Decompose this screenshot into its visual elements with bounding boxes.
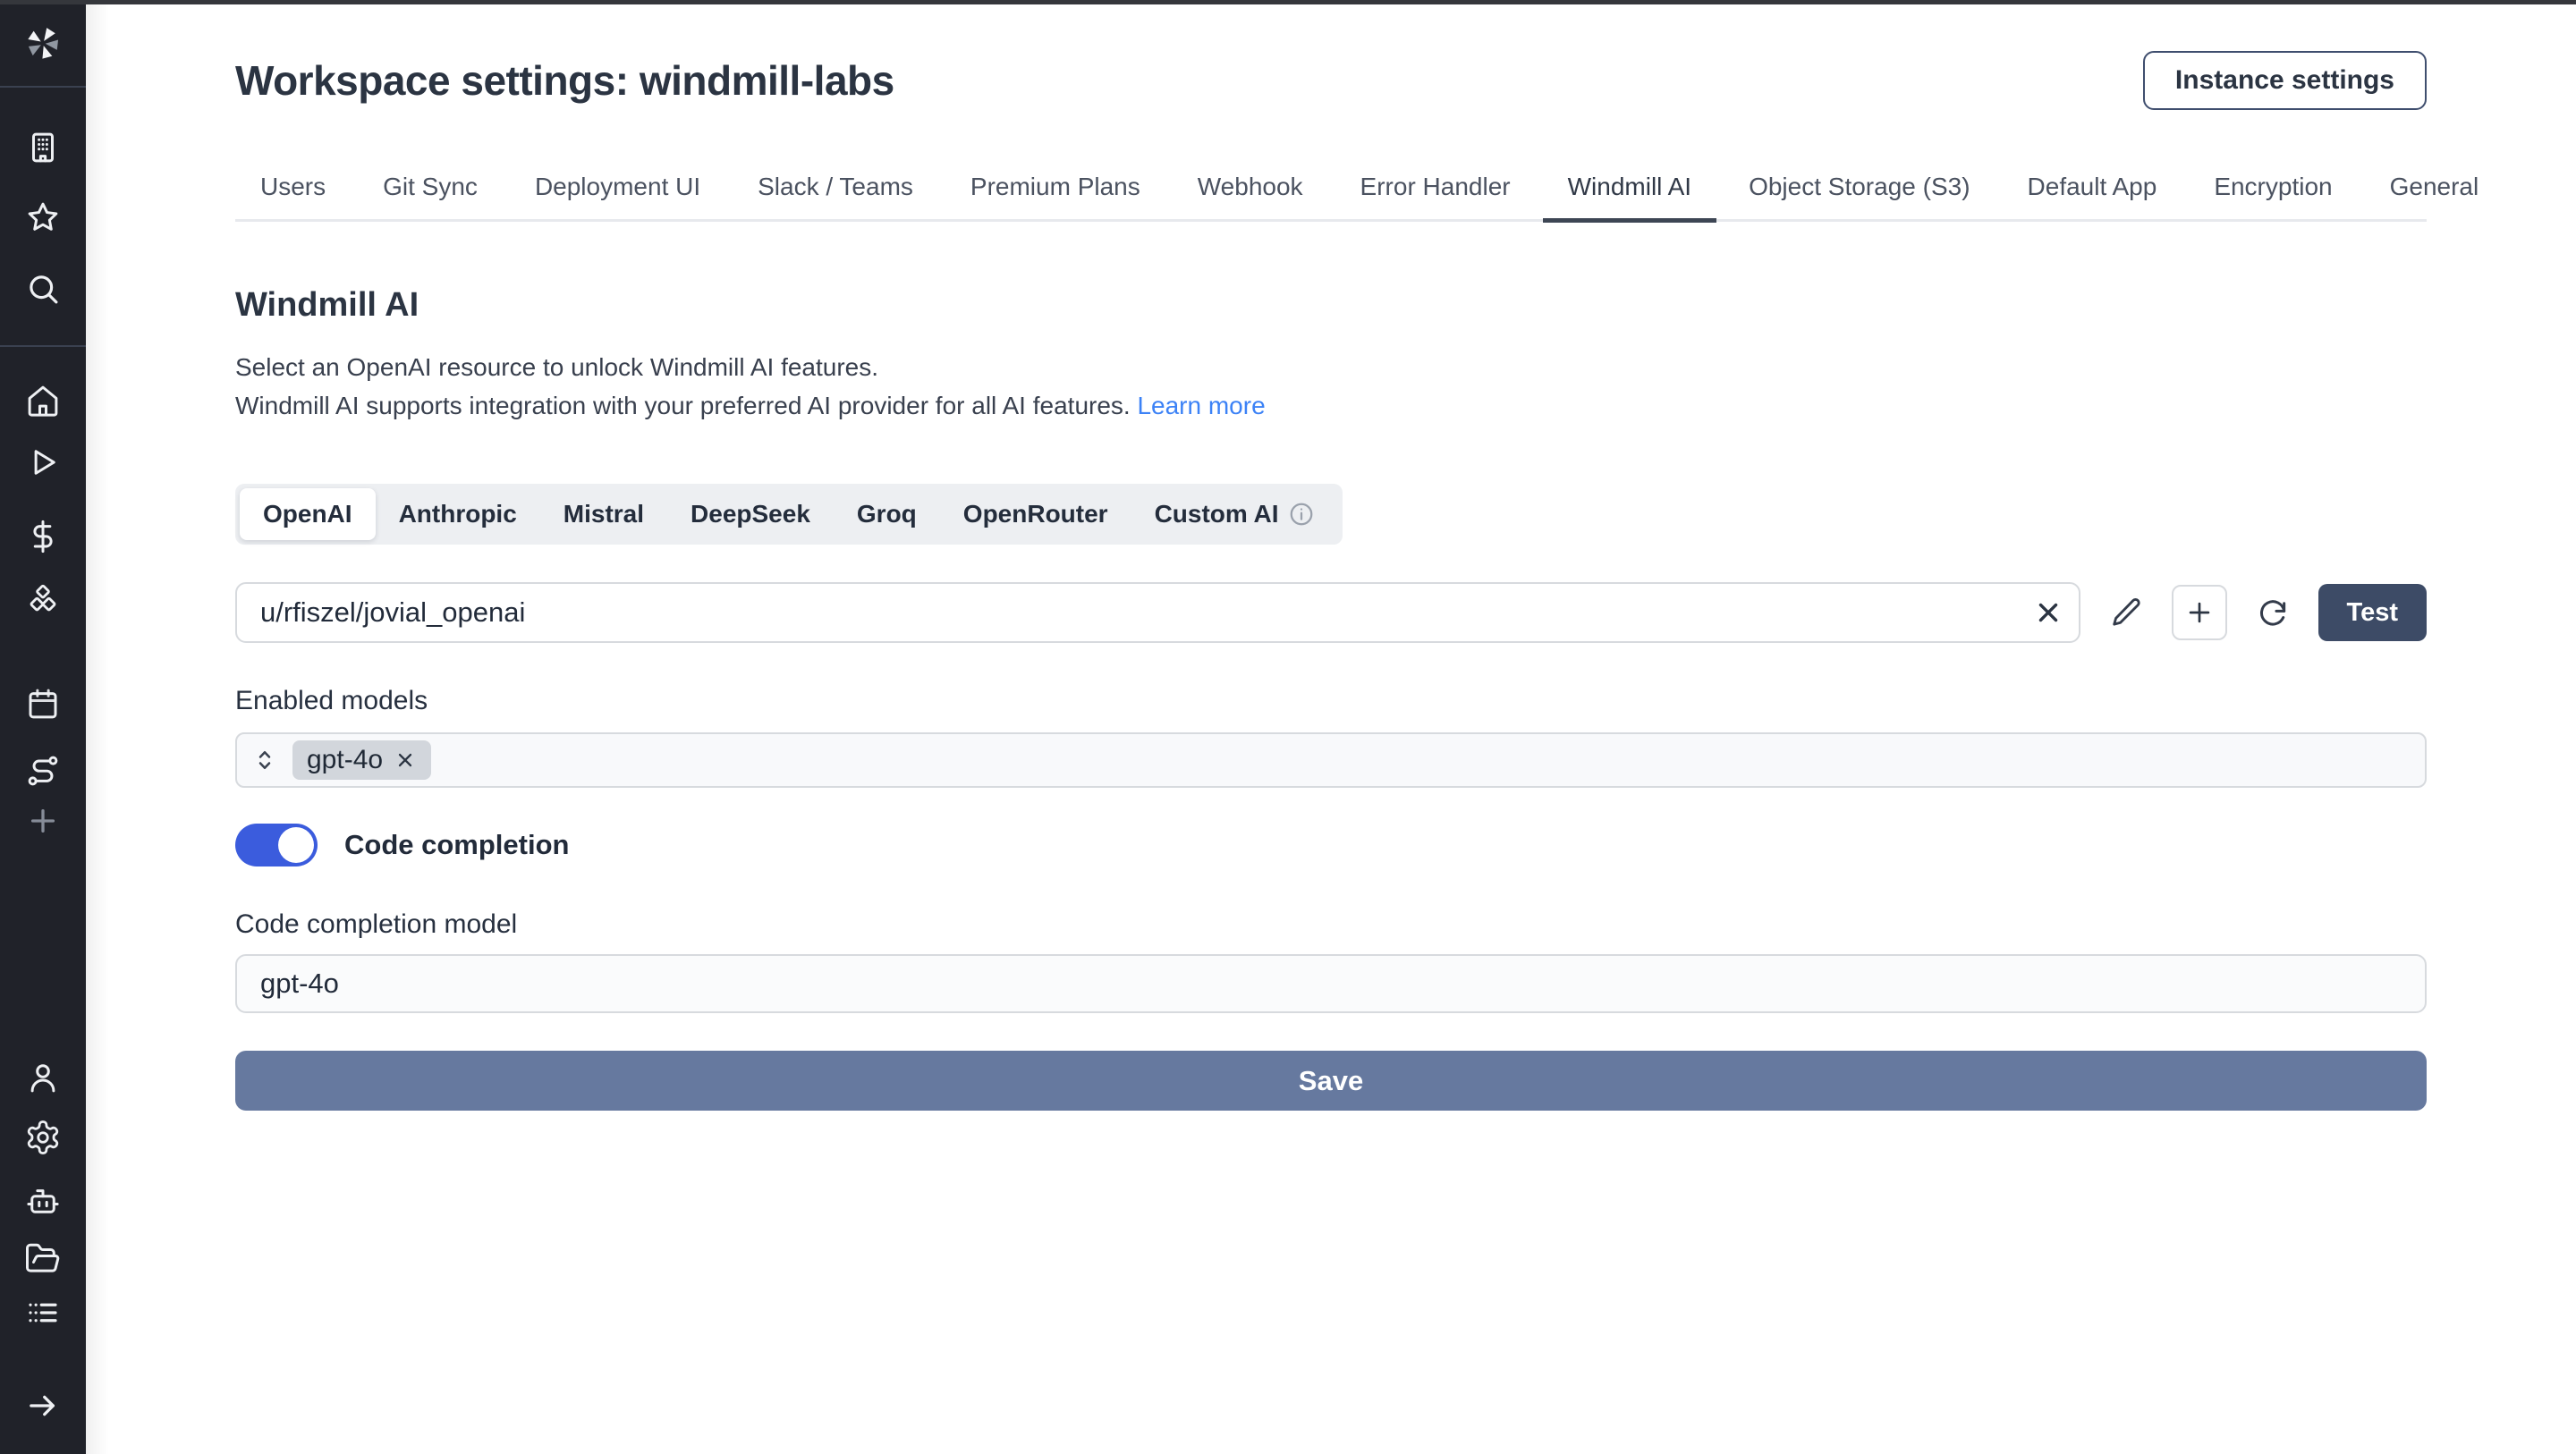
resource-field-wrapper [235, 582, 2080, 643]
toggle-knob [278, 827, 314, 863]
refresh-icon [2256, 596, 2290, 630]
calendar-icon [24, 685, 62, 723]
star-icon [24, 199, 62, 236]
description-line-1: Select an OpenAI resource to unlock Wind… [235, 353, 878, 381]
sidebar-item-user[interactable] [24, 1059, 62, 1096]
sidebar-item-flows[interactable] [24, 752, 62, 790]
code-completion-toggle[interactable] [235, 824, 318, 866]
sidebar-item-workers[interactable] [24, 1182, 62, 1220]
sidebar-item-runs[interactable] [24, 444, 62, 481]
windmill-logo-icon[interactable] [22, 22, 64, 63]
instance-settings-button[interactable]: Instance settings [2143, 51, 2427, 110]
tab-users[interactable]: Users [235, 158, 351, 223]
logs-icon [24, 1294, 62, 1331]
code-completion-model-label: Code completion model [235, 909, 2427, 940]
clear-resource-button[interactable] [2030, 595, 2066, 630]
edit-resource-button[interactable] [2106, 592, 2147, 633]
user-icon [24, 1059, 62, 1096]
test-button[interactable]: Test [2318, 584, 2427, 641]
tab-error-handler[interactable]: Error Handler [1335, 158, 1536, 223]
provider-openai[interactable]: OpenAI [240, 488, 376, 540]
route-icon [24, 752, 62, 790]
close-icon [2033, 597, 2063, 628]
add-resource-button[interactable] [2172, 585, 2227, 640]
provider-custom-ai[interactable]: Custom AI [1131, 488, 1338, 540]
provider-custom-ai-label: Custom AI [1155, 500, 1279, 528]
tab-git-sync[interactable]: Git Sync [358, 158, 503, 223]
home-icon [24, 382, 62, 419]
enabled-models-field[interactable]: gpt-4o [235, 732, 2427, 788]
tab-deployment-ui[interactable]: Deployment UI [510, 158, 725, 223]
section-heading: Windmill AI [235, 286, 2427, 325]
sidebar-item-variables[interactable] [24, 518, 62, 555]
sidebar-divider [0, 345, 86, 347]
tab-object-storage[interactable]: Object Storage (S3) [1724, 158, 1995, 223]
robot-icon [24, 1182, 62, 1220]
page-title: Workspace settings: windmill-labs [235, 51, 894, 105]
sidebar-item-folders[interactable] [24, 1240, 62, 1278]
provider-mistral[interactable]: Mistral [540, 488, 667, 540]
learn-more-link[interactable]: Learn more [1137, 392, 1265, 419]
enabled-models-label: Enabled models [235, 686, 2427, 716]
sidebar-item-add[interactable] [24, 802, 62, 840]
tab-default-app[interactable]: Default App [2003, 158, 2182, 223]
description-line-2: Windmill AI supports integration with yo… [235, 392, 1131, 419]
provider-deepseek[interactable]: DeepSeek [667, 488, 834, 540]
dollar-icon [24, 518, 62, 555]
folder-open-icon [24, 1240, 62, 1278]
sidebar-divider [0, 86, 86, 88]
sidebar-item-audit-logs[interactable] [24, 1294, 62, 1331]
boxes-icon [24, 580, 62, 618]
settings-tabs: Users Git Sync Deployment UI Slack / Tea… [235, 158, 2427, 222]
provider-tab-group: OpenAI Anthropic Mistral DeepSeek Groq O… [235, 484, 1343, 545]
sidebar-item-schedules[interactable] [24, 685, 62, 723]
top-window-strip [0, 0, 2576, 4]
building-icon [24, 129, 62, 166]
sidebar-item-favorites[interactable] [24, 199, 62, 236]
sidebar-item-workspace[interactable] [24, 129, 62, 166]
tab-general[interactable]: General [2365, 158, 2504, 223]
provider-groq[interactable]: Groq [834, 488, 940, 540]
tab-encryption[interactable]: Encryption [2189, 158, 2357, 223]
code-completion-label: Code completion [344, 829, 569, 861]
sidebar-collapse[interactable] [24, 1387, 62, 1424]
plus-icon [2184, 597, 2215, 628]
arrow-right-icon [24, 1387, 62, 1424]
sidebar-item-search[interactable] [24, 270, 62, 308]
chevrons-up-down-icon[interactable] [251, 747, 278, 773]
main-area: Workspace settings: windmill-labs Instan… [86, 4, 2576, 1454]
plus-icon [24, 802, 62, 840]
provider-openrouter[interactable]: OpenRouter [940, 488, 1131, 540]
save-button[interactable]: Save [235, 1051, 2427, 1111]
sidebar-item-resources[interactable] [24, 580, 62, 618]
tab-premium-plans[interactable]: Premium Plans [945, 158, 1165, 223]
info-icon [1288, 501, 1315, 528]
gear-icon [24, 1119, 62, 1156]
model-tag: gpt-4o [292, 740, 431, 780]
pencil-icon [2109, 596, 2143, 630]
sidebar-item-home[interactable] [24, 382, 62, 419]
search-icon [24, 270, 62, 308]
openai-resource-input[interactable] [235, 582, 2080, 643]
sidebar-item-settings[interactable] [24, 1119, 62, 1156]
provider-anthropic[interactable]: Anthropic [376, 488, 540, 540]
tab-slack-teams[interactable]: Slack / Teams [733, 158, 938, 223]
section-description: Select an OpenAI resource to unlock Wind… [235, 348, 2427, 425]
remove-tag-icon[interactable] [394, 748, 417, 772]
play-icon [24, 444, 62, 481]
model-tag-label: gpt-4o [307, 745, 383, 775]
tab-webhook[interactable]: Webhook [1173, 158, 1328, 223]
sidebar [0, 0, 86, 1454]
tab-windmill-ai[interactable]: Windmill AI [1543, 158, 1716, 223]
refresh-resource-button[interactable] [2252, 592, 2293, 633]
code-completion-model-input[interactable] [235, 954, 2427, 1013]
